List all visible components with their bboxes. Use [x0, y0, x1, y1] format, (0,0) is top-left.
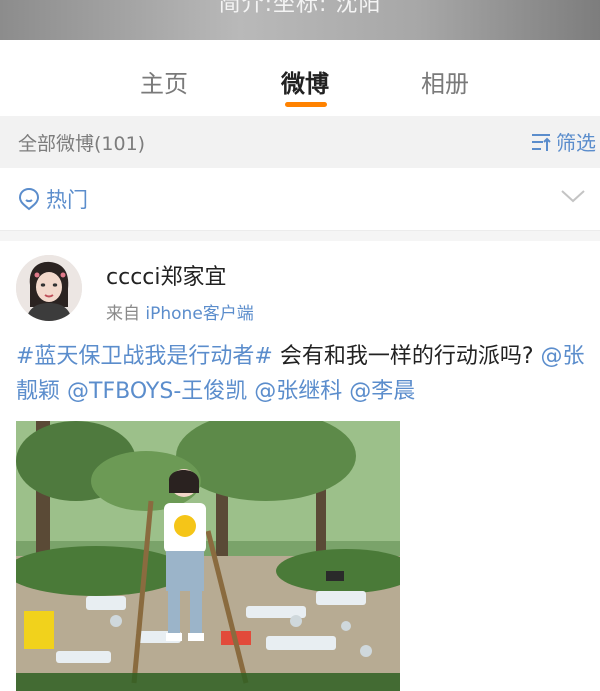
tab-home[interactable]: 主页 [140, 64, 188, 99]
post-photo[interactable] [16, 421, 400, 691]
filter-label: 筛选 [556, 131, 596, 155]
tab-album[interactable]: 相册 [421, 64, 469, 99]
profile-intro: 简介:坐标: 沈阳 [218, 0, 382, 17]
weibo-post: cccci郑家宜 来自 iPhone客户端 #蓝天保卫战我是行动者# 会有和我一… [0, 241, 600, 691]
section-divider [0, 231, 600, 241]
mention-link[interactable]: @TFBOYS-王俊凯 [67, 379, 247, 404]
active-tab-indicator [285, 102, 327, 107]
post-body: 会有和我一样的行动派吗? [272, 344, 541, 369]
profile-header-banner: 简介:坐标: 沈阳 [0, 0, 600, 40]
filter-button[interactable]: 筛选 [530, 127, 596, 156]
hashtag-link[interactable]: #蓝天保卫战我是行动者# [16, 344, 273, 369]
hot-filter-row[interactable]: 热门 [0, 168, 600, 231]
post-username[interactable]: cccci郑家宜 [106, 259, 227, 291]
hot-filter-label: 热门 [46, 188, 88, 212]
all-posts-count[interactable]: 全部微博(101) [18, 129, 145, 156]
chevron-down-icon[interactable] [560, 188, 586, 204]
filter-bar: 全部微博(101) 筛选 [0, 116, 600, 168]
filter-icon [532, 133, 551, 151]
mention-link[interactable]: @李晨 [349, 379, 415, 404]
tab-weibo[interactable]: 微博 [281, 64, 329, 99]
mention-link[interactable]: @张继科 [254, 379, 342, 404]
source-device-link[interactable]: iPhone客户端 [145, 304, 253, 324]
hot-filter[interactable]: 热门 [18, 184, 88, 214]
location-pin-icon [18, 187, 40, 211]
post-photo-image [16, 421, 400, 691]
avatar-image [16, 255, 82, 321]
post-text: #蓝天保卫战我是行动者# 会有和我一样的行动派吗? @张靓颖 @TFBOYS-王… [16, 339, 586, 409]
avatar[interactable] [16, 255, 82, 321]
post-source: 来自 iPhone客户端 [106, 299, 254, 324]
source-prefix: 来自 [106, 304, 146, 324]
